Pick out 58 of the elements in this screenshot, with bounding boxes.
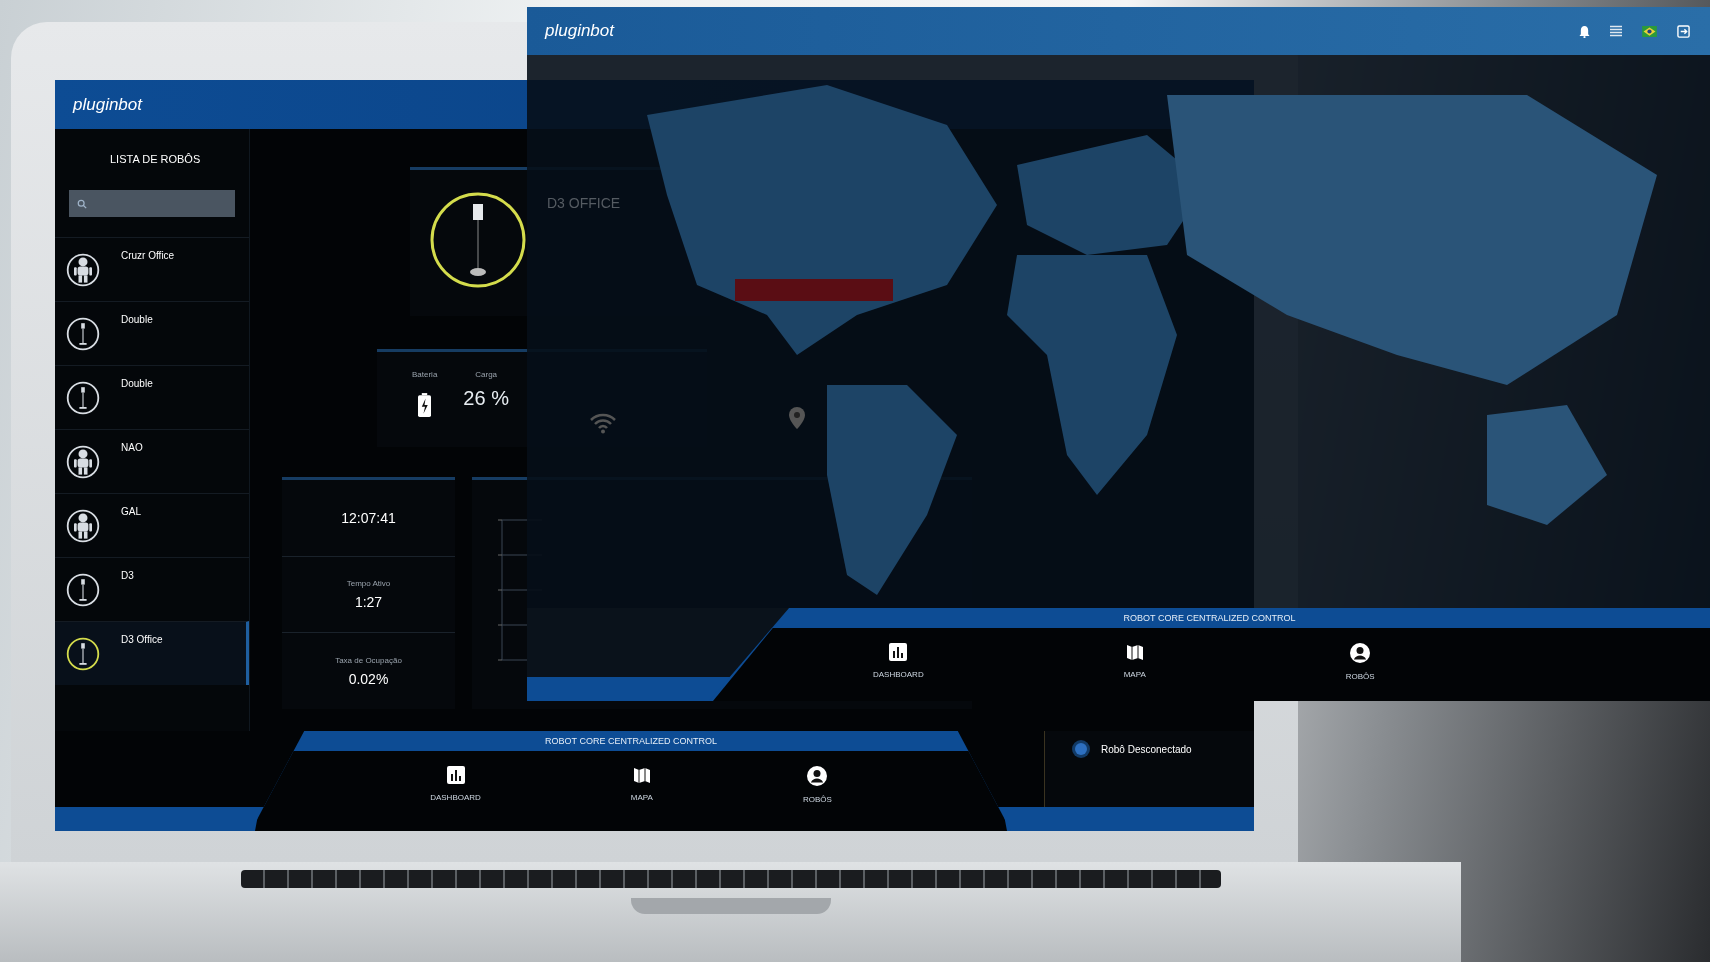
search-field[interactable] — [69, 190, 235, 217]
humanoid-robot-icon — [65, 252, 101, 288]
flag-icon[interactable] — [1642, 25, 1657, 37]
robot-name: GAL — [121, 506, 141, 517]
search-icon — [77, 198, 87, 209]
user-icon — [806, 765, 829, 787]
tablet-robot-icon — [65, 572, 101, 608]
robot-name: Double — [121, 378, 153, 389]
robot-name: D3 — [121, 570, 134, 581]
exit-icon[interactable] — [1677, 24, 1690, 38]
tablet-robot-icon — [65, 636, 101, 672]
logo-text: pluginbot — [545, 21, 614, 41]
charge-label: Carga — [475, 370, 498, 379]
humanoid-robot-icon — [65, 444, 101, 480]
nav-button[interactable]: MAPA — [610, 751, 673, 831]
location-pin-icon — [789, 407, 805, 429]
nav-button[interactable]: DASHBOARD — [853, 628, 944, 701]
robot-name: NAO — [121, 442, 143, 453]
nav-button[interactable]: MAPA — [1103, 628, 1166, 701]
battery-label: Bateria — [412, 370, 438, 379]
timeline-dot — [1075, 743, 1087, 755]
nav-button[interactable]: DASHBOARD — [410, 751, 501, 831]
list-icon[interactable] — [1610, 25, 1622, 37]
robot-name: Double — [121, 314, 153, 325]
bar-chart-icon — [445, 765, 466, 785]
robot-title: D3 OFFICE — [547, 195, 621, 211]
logo-text: pluginbot — [73, 94, 142, 115]
robot-name: D3 Office — [121, 634, 163, 645]
robot-list-item[interactable]: D3 Office — [55, 621, 249, 685]
robot-list-item[interactable]: Double — [55, 301, 249, 365]
nav-title: ROBOT CORE CENTRALIZED CONTROL — [1122, 612, 1297, 625]
tablet-robot-icon — [428, 190, 528, 290]
robot-name: Cruzr Office — [121, 250, 175, 261]
map-icon — [1124, 642, 1145, 662]
bar-chart-icon — [888, 642, 909, 662]
robot-list-item[interactable]: GAL — [55, 493, 249, 557]
stat-label: Tempo Ativo — [346, 579, 391, 588]
event-title: Robô Desconectado — [1101, 743, 1192, 755]
stat-label: Taxa de Ocupação — [335, 655, 402, 665]
tablet-robot-icon — [65, 380, 101, 416]
humanoid-robot-icon — [65, 508, 101, 544]
nav-button[interactable]: ROBÔS — [1325, 628, 1395, 701]
stat-value: 1:27 — [354, 594, 383, 610]
map-icon — [631, 765, 652, 785]
user-icon — [1349, 642, 1372, 664]
nav-button[interactable]: ROBÔS — [782, 751, 852, 831]
wifi-icon — [589, 412, 617, 434]
robot-list-item[interactable]: Double — [55, 365, 249, 429]
stat-value: 0.02% — [348, 670, 389, 687]
charge-value: 26 % — [463, 387, 509, 410]
robot-list-item[interactable]: Cruzr Office — [55, 237, 249, 301]
sidebar-title: LISTA DE ROBÔS — [110, 153, 201, 165]
bell-icon[interactable] — [1579, 24, 1590, 38]
nav-title: ROBOT CORE CENTRALIZED CONTROL — [544, 735, 718, 748]
stat-value: 12:07:41 — [341, 509, 396, 526]
robot-list-item[interactable]: NAO — [55, 429, 249, 493]
tablet-robot-icon — [65, 316, 101, 352]
battery-icon — [418, 393, 432, 417]
